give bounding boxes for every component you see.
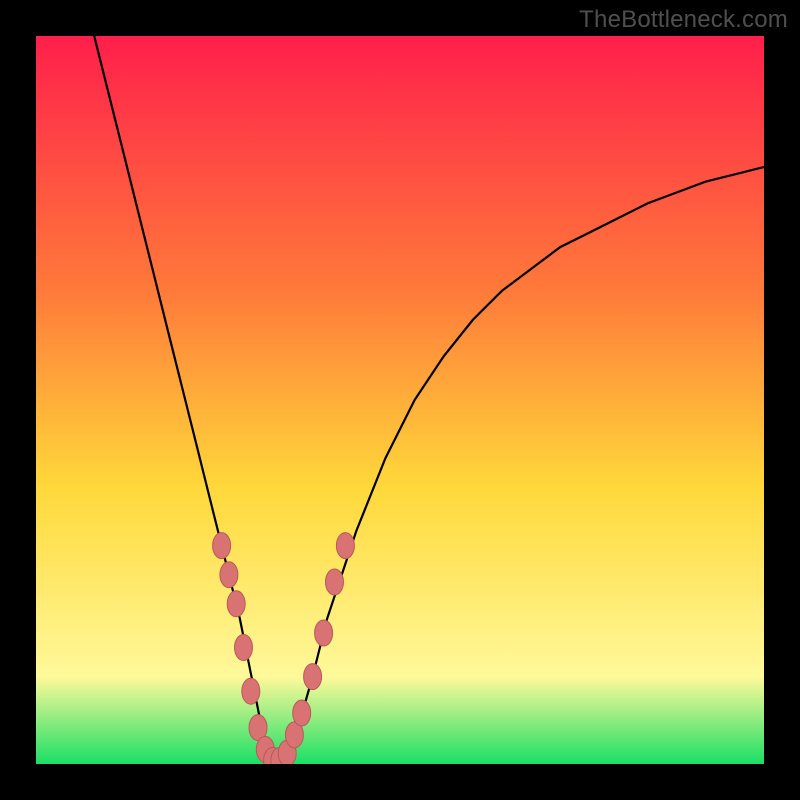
plot-background: [36, 36, 764, 764]
bottleneck-plot: [36, 36, 764, 764]
watermark-text: TheBottleneck.com: [579, 6, 788, 34]
curve-marker: [336, 533, 354, 559]
curve-marker: [220, 562, 238, 588]
curve-marker: [235, 635, 253, 661]
curve-marker: [293, 700, 311, 726]
curve-marker: [326, 569, 344, 595]
chart-frame: TheBottleneck.com: [0, 0, 800, 800]
curve-marker: [304, 664, 322, 690]
curve-marker: [315, 620, 333, 646]
curve-marker: [242, 678, 260, 704]
curve-marker: [227, 591, 245, 617]
curve-marker: [213, 533, 231, 559]
